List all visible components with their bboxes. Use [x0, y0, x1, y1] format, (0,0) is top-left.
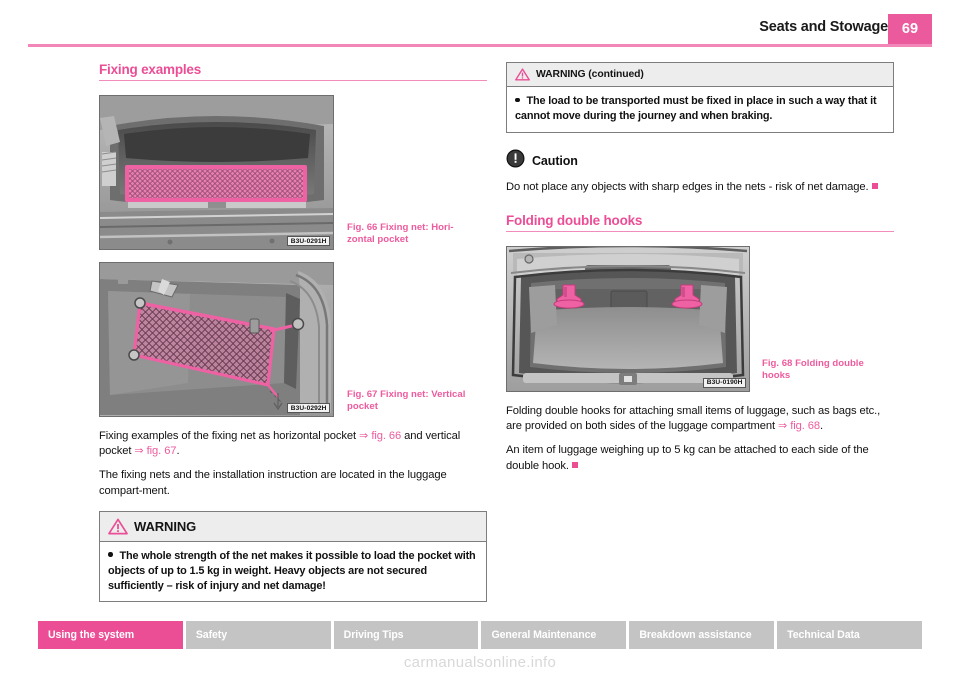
- figure-67-caption-line1: Fixing net:: [380, 389, 429, 400]
- figure-66-image: B3U-0291H: [99, 95, 334, 250]
- warning-bullet-text: The whole strength of the net makes it p…: [108, 549, 476, 592]
- footer-tab-using-the-system[interactable]: Using the system: [38, 621, 183, 649]
- caution-header: Caution: [506, 149, 894, 173]
- section-heading-fixing-examples: Fixing examples: [99, 62, 487, 81]
- paragraph-folding-hooks: Folding double hooks for attaching small…: [506, 404, 894, 434]
- right-column: WARNING (continued) The load to be trans…: [506, 62, 894, 483]
- footer-tab-bar: Using the system Safety Driving Tips Gen…: [38, 621, 922, 649]
- figure-68-caption-line2: hooks: [762, 370, 791, 382]
- figure-66-row: B3U-0291H Fig. 66 Fixing net: Hori- zont…: [99, 95, 487, 250]
- text-segment: Fixing examples of the fixing net as hor…: [99, 430, 360, 442]
- warning-continued-box: WARNING (continued) The load to be trans…: [506, 62, 894, 133]
- footer-tab-technical-data[interactable]: Technical Data: [777, 621, 922, 649]
- figure-68-image: B3U-0190H: [506, 245, 750, 392]
- caution-body-text: Do not place any objects with sharp edge…: [506, 180, 869, 193]
- figure-68-watermark: B3U-0190H: [703, 377, 746, 388]
- figure-68-caption-line1: Folding double: [795, 357, 864, 369]
- hook-load-text: An item of luggage weighing up to 5 kg c…: [506, 444, 869, 472]
- footer-tab-breakdown-assistance[interactable]: Breakdown assistance: [629, 621, 775, 649]
- figure-67-label: Fig. 67: [347, 389, 378, 400]
- caution-text: Do not place any objects with sharp edge…: [506, 180, 894, 195]
- manual-page: Seats and Stowage 69 Fixing examples B3U…: [0, 0, 960, 673]
- figure-67-caption: Fig. 67 Fixing net: Vertical pocket: [347, 389, 479, 414]
- figure-68-row: B3U-0190H Fig. 68 Folding double hooks: [506, 245, 894, 392]
- warning-box-body: The whole strength of the net makes it p…: [100, 542, 486, 601]
- page-header: Seats and Stowage 69: [0, 0, 960, 52]
- figure-66-caption-line1: Fixing net: Hori-: [380, 222, 454, 233]
- end-of-section-mark: [871, 182, 878, 189]
- figure-66-caption-line2: zontal pocket: [347, 234, 409, 246]
- bullet-icon: [108, 552, 113, 557]
- paragraph-fixing-examples: Fixing examples of the fixing net as hor…: [99, 429, 487, 459]
- section-heading-folding-double-hooks: Folding double hooks: [506, 213, 894, 232]
- figure-66-label: Fig. 66: [347, 222, 378, 233]
- warning-triangle-icon: [108, 518, 128, 535]
- warning-continued-text: The load to be transported must be fixed…: [515, 95, 877, 122]
- page-title: Seats and Stowage: [759, 19, 888, 35]
- figure-66-watermark: B3U-0291H: [287, 236, 330, 246]
- site-watermark: carmanualsonline.info: [403, 654, 557, 671]
- warning-box-header: WARNING: [100, 511, 486, 542]
- text-segment: .: [820, 420, 824, 433]
- warning-box-title: WARNING: [134, 518, 197, 534]
- bullet-icon: [515, 97, 520, 102]
- paragraph-hook-load: An item of luggage weighing up to 5 kg c…: [506, 443, 894, 473]
- warning-continued-body: The load to be transported must be fixed…: [507, 87, 893, 132]
- caution-circle-icon: [506, 149, 525, 173]
- footer-tab-safety[interactable]: Safety: [185, 621, 331, 649]
- warning-continued-title: WARNING (continued): [536, 69, 644, 80]
- figure-68-label: Fig. 68: [762, 357, 793, 369]
- boot-vertical-net-illustration: [100, 263, 333, 416]
- warning-triangle-icon: [515, 68, 530, 81]
- end-of-section-mark: [571, 461, 578, 468]
- figure-67-image: B3U-0292H: [99, 262, 334, 417]
- figure-66-caption: Fig. 66 Fixing net: Hori- zontal pocket: [347, 222, 479, 247]
- footer-tab-driving-tips[interactable]: Driving Tips: [333, 621, 479, 649]
- xref-fig-68[interactable]: ⇒ fig. 68: [778, 420, 820, 432]
- figure-68-caption: Fig. 68 Folding double hooks: [762, 358, 894, 383]
- figure-67-watermark: B3U-0292H: [287, 403, 330, 413]
- paragraph-net-location: The fixing nets and the installation ins…: [99, 469, 447, 497]
- page-number-badge: 69: [888, 14, 932, 44]
- warning-continued-header: WARNING (continued): [507, 63, 893, 87]
- caution-title: Caution: [532, 153, 578, 168]
- left-column: Fixing examples B3U-0291H Fig. 66 Fixing…: [99, 62, 487, 612]
- boot-horizontal-net-illustration: [100, 96, 333, 249]
- header-divider: [28, 44, 932, 47]
- footer-tab-general-maintenance[interactable]: General Maintenance: [481, 621, 627, 649]
- boot-double-hooks-illustration: [507, 246, 749, 391]
- warning-box: WARNING The whole strength of the net ma…: [99, 510, 487, 603]
- xref-fig-67[interactable]: ⇒ fig. 67: [134, 445, 176, 457]
- text-segment: .: [176, 445, 180, 458]
- text-segment: Folding double hooks for attaching small…: [506, 404, 881, 433]
- figure-67-row: B3U-0292H Fig. 67 Fixing net: Vertical p…: [99, 262, 487, 417]
- xref-fig-66[interactable]: ⇒ fig. 66: [359, 430, 401, 442]
